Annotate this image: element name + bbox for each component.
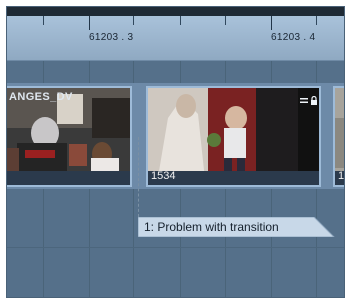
clip-name: ANGES_DV (9, 91, 73, 103)
equals-icon (300, 92, 308, 103)
timeline-marker[interactable]: 1: Problem with transition (138, 217, 338, 237)
video-track[interactable]: ANGES_DV 1534 1 (7, 83, 344, 189)
marker-position-line (138, 137, 139, 217)
ruler-timecode-label: 61203 . 4 (271, 32, 316, 43)
clip-frame-number: 1 (338, 170, 345, 182)
ruler-tick (133, 16, 134, 25)
track-divider (7, 247, 344, 248)
ruler-tick (180, 16, 181, 25)
clip-frame-number: 1534 (151, 170, 176, 182)
marker-label: 1: Problem with transition (144, 220, 279, 234)
track-area[interactable]: ANGES_DV 1534 1 (7, 61, 344, 297)
ruler-tick (225, 16, 226, 25)
video-clip[interactable]: ANGES_DV (7, 86, 132, 187)
clip-footer (7, 171, 130, 185)
timecode-ruler[interactable]: 61203 . 3 61203 . 4 (7, 16, 344, 61)
video-clip[interactable]: 1 (333, 86, 345, 187)
timeline-editor: 61203 . 3 61203 . 4 ANGES_DV 1534 1 1: P… (6, 6, 345, 298)
ruler-tick (89, 16, 90, 30)
video-clip[interactable]: 1534 (146, 86, 321, 187)
timeline-top-strip (7, 7, 344, 16)
ruler-timecode-label: 61203 . 3 (89, 32, 134, 43)
ruler-tick (316, 16, 317, 25)
ruler-tick (43, 16, 44, 25)
ruler-tick (271, 16, 272, 30)
lock-icon (310, 92, 318, 105)
clip-status-icons (300, 92, 318, 105)
